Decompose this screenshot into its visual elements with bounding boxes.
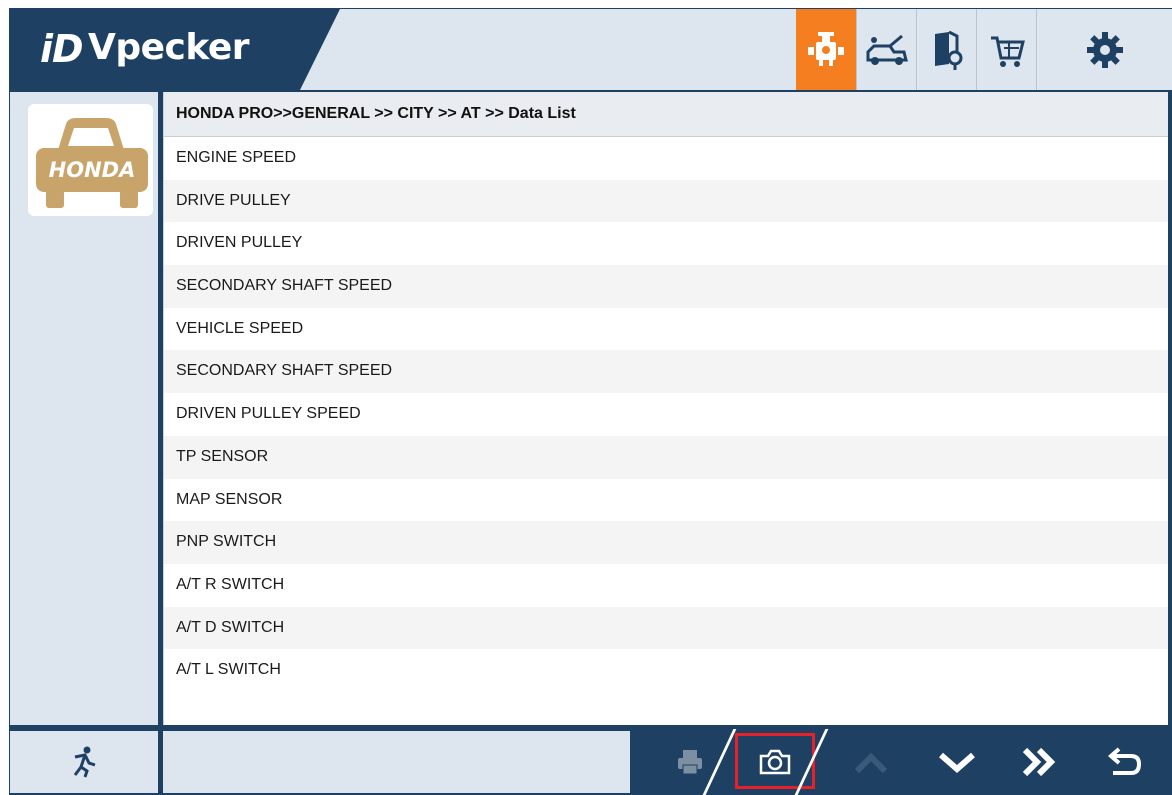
gear-icon xyxy=(1086,31,1123,68)
list-item[interactable]: A/T R SWITCH xyxy=(164,564,1168,607)
vehicle-badge: HONDA xyxy=(28,104,153,216)
page-up-button[interactable] xyxy=(836,731,906,793)
cart-button[interactable] xyxy=(976,9,1036,90)
car-service-button[interactable] xyxy=(856,9,916,90)
manual-search-icon xyxy=(934,30,962,70)
fast-forward-button[interactable] xyxy=(1004,731,1074,793)
brand-name: Vpecker xyxy=(88,27,250,68)
brand-logo: iD xyxy=(40,27,84,71)
data-list: ENGINE SPEED DRIVE PULLEY DRIVEN PULLEY … xyxy=(164,137,1168,692)
list-item[interactable]: DRIVEN PULLEY SPEED xyxy=(164,393,1168,436)
list-item[interactable]: A/T D SWITCH xyxy=(164,606,1168,650)
page-down-button[interactable] xyxy=(922,731,992,793)
print-icon xyxy=(678,750,702,775)
page-up-icon xyxy=(854,752,888,774)
back-icon xyxy=(1107,747,1142,775)
brand-badge-text: HONDA xyxy=(48,158,136,182)
header-bar: iD Vpecker xyxy=(10,9,1172,90)
exit-icon xyxy=(73,746,96,778)
back-button[interactable] xyxy=(1090,731,1160,793)
settings-button[interactable] xyxy=(1036,9,1172,90)
list-item[interactable]: MAP SENSOR xyxy=(164,479,1168,522)
diagnosis-icon xyxy=(808,31,844,66)
left-panel: HONDA xyxy=(10,92,158,725)
list-item[interactable]: TP SENSOR xyxy=(164,435,1168,479)
list-item[interactable]: A/T L SWITCH xyxy=(164,649,1168,692)
brand-area: iD Vpecker xyxy=(10,9,340,90)
list-item[interactable]: DRIVE PULLEY xyxy=(164,179,1168,223)
print-button[interactable] xyxy=(655,731,725,793)
cart-icon xyxy=(990,36,1025,67)
data-list-panel: HONDA PRO>>GENERAL >> CITY >> AT >> Data… xyxy=(163,92,1168,725)
breadcrumb: HONDA PRO>>GENERAL >> CITY >> AT >> Data… xyxy=(164,92,1168,137)
fast-forward-icon xyxy=(1022,747,1056,777)
exit-button[interactable] xyxy=(10,731,158,793)
diagnosis-button[interactable] xyxy=(796,9,856,90)
list-item[interactable]: SECONDARY SHAFT SPEED xyxy=(164,350,1168,394)
page-down-icon xyxy=(939,752,975,773)
top-strip xyxy=(0,0,1172,8)
list-item[interactable]: SECONDARY SHAFT SPEED xyxy=(164,265,1168,308)
footer-status-area xyxy=(163,731,663,793)
list-item[interactable]: PNP SWITCH xyxy=(164,521,1168,564)
list-item[interactable]: VEHICLE SPEED xyxy=(164,308,1168,351)
list-item[interactable]: ENGINE SPEED xyxy=(164,137,1168,180)
list-item[interactable]: DRIVEN PULLEY xyxy=(164,222,1168,265)
manual-search-button[interactable] xyxy=(916,9,976,90)
car-service-icon xyxy=(866,34,908,65)
